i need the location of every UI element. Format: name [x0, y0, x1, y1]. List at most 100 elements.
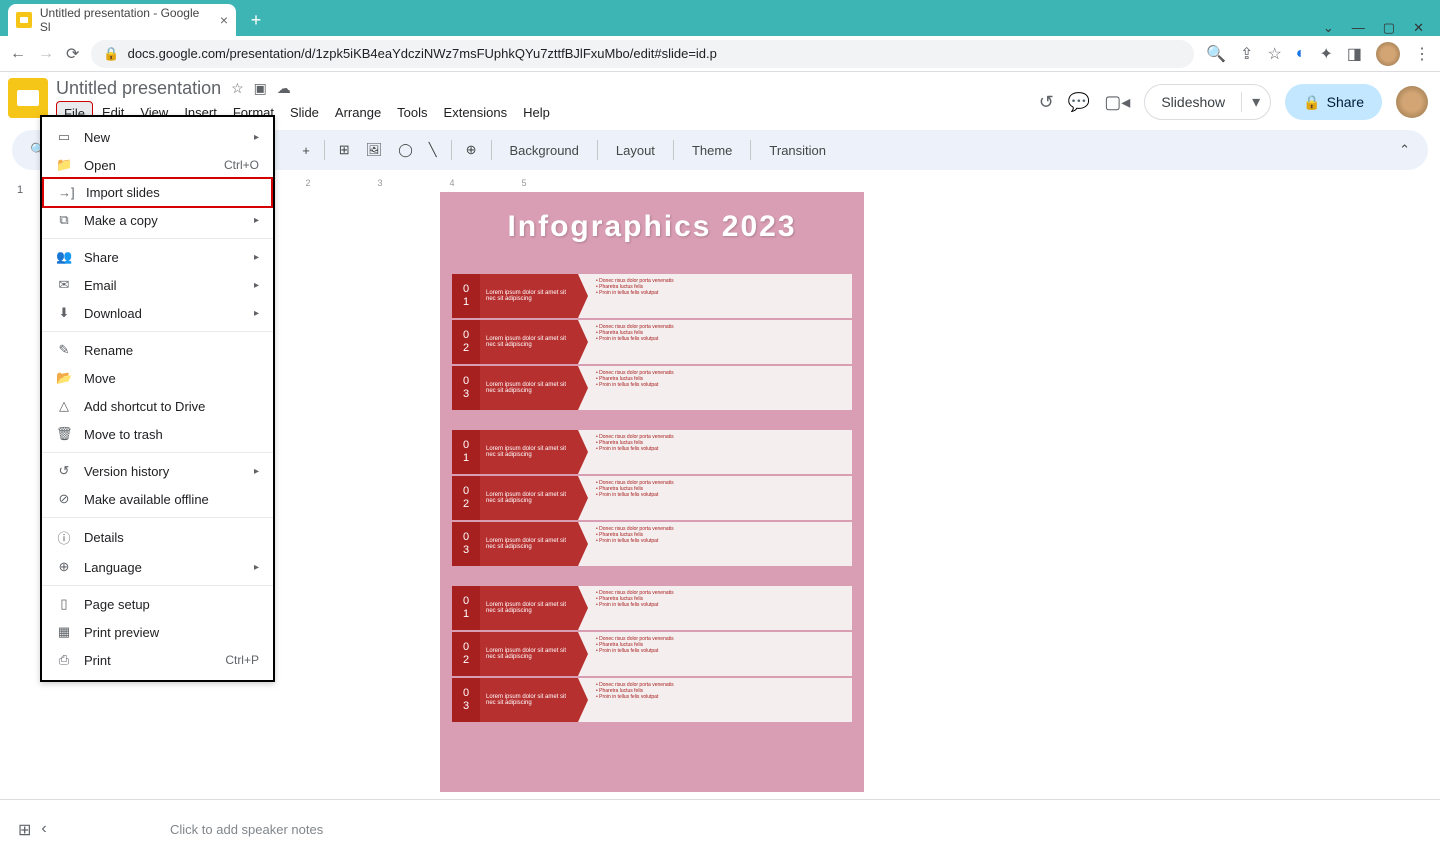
menu-slide[interactable]: Slide: [283, 101, 326, 126]
row-label: Lorem ipsum dolor sit amet sit nec sit a…: [480, 274, 578, 318]
menu-language[interactable]: ⊕Language▸: [42, 553, 273, 581]
speaker-notes-bar: ⊞ ‹ Click to add speaker notes: [0, 799, 1440, 859]
infographic-row[interactable]: 01Lorem ipsum dolor sit amet sit nec sit…: [452, 430, 852, 474]
document-title[interactable]: Untitled presentation: [56, 78, 221, 99]
menu-import-slides[interactable]: →]Import slides: [42, 177, 273, 208]
infographic-row[interactable]: 02Lorem ipsum dolor sit amet sit nec sit…: [452, 476, 852, 520]
menu-page-setup[interactable]: ▯Page setup: [42, 590, 273, 618]
chevron-down-icon[interactable]: ⌄: [1323, 20, 1334, 36]
menu-trash[interactable]: 🗑Move to trash: [42, 420, 273, 448]
new-tab-button[interactable]: +: [242, 6, 270, 34]
bookmark-icon[interactable]: ☆: [1267, 44, 1281, 64]
minimize-icon[interactable]: —: [1352, 20, 1365, 36]
star-icon[interactable]: ☆: [231, 80, 244, 97]
layout-button[interactable]: Layout: [606, 139, 665, 162]
slideshow-dropdown[interactable]: ▾: [1241, 92, 1270, 112]
menu-share[interactable]: 👥Share▸: [42, 243, 273, 271]
row-bullets: Donec risus dolor porta venenatisPharetr…: [578, 366, 852, 410]
infographic-group[interactable]: 01Lorem ipsum dolor sit amet sit nec sit…: [452, 430, 852, 566]
video-icon[interactable]: ▢◂: [1104, 92, 1130, 113]
infographic-row[interactable]: 03Lorem ipsum dolor sit amet sit nec sit…: [452, 678, 852, 722]
menu-arrange[interactable]: Arrange: [328, 101, 388, 126]
slide[interactable]: Infographics 2023 01Lorem ipsum dolor si…: [440, 192, 864, 792]
menu-make-copy[interactable]: ⧉Make a copy▸: [42, 206, 273, 234]
zoom-icon[interactable]: 🔍: [1206, 44, 1226, 64]
profile-avatar[interactable]: [1376, 42, 1400, 66]
menu-extensions[interactable]: Extensions: [437, 101, 515, 126]
menu-open[interactable]: 📁OpenCtrl+O: [42, 151, 273, 179]
comments-icon[interactable]: 💬: [1068, 92, 1090, 113]
menu-details[interactable]: ⓘDetails: [42, 522, 273, 553]
infographic-row[interactable]: 01Lorem ipsum dolor sit amet sit nec sit…: [452, 274, 852, 318]
cloud-icon[interactable]: ☁: [277, 80, 291, 97]
menu-icon[interactable]: ⋮: [1414, 44, 1430, 64]
reload-icon[interactable]: ⟳: [66, 44, 79, 64]
new-slide-icon[interactable]: +: [296, 139, 316, 162]
textbox-icon[interactable]: ⊞: [333, 138, 356, 162]
share-page-icon[interactable]: ⇪: [1240, 44, 1253, 64]
row-bullets: Donec risus dolor porta venenatisPharetr…: [578, 274, 852, 318]
row-label: Lorem ipsum dolor sit amet sit nec sit a…: [480, 366, 578, 410]
extensions-icon[interactable]: ✦: [1319, 44, 1332, 64]
infographic-row[interactable]: 02Lorem ipsum dolor sit amet sit nec sit…: [452, 320, 852, 364]
slideshow-label[interactable]: Slideshow: [1145, 94, 1241, 110]
page-icon: ▯: [56, 596, 72, 612]
url-text: docs.google.com/presentation/d/1zpk5iKB4…: [128, 46, 717, 61]
menu-print-preview[interactable]: ▦Print preview: [42, 618, 273, 646]
menu-download[interactable]: ⬇Download▸: [42, 299, 273, 327]
email-icon: ✉: [56, 277, 72, 293]
row-label: Lorem ipsum dolor sit amet sit nec sit a…: [480, 430, 578, 474]
history-icon[interactable]: ↺: [1039, 92, 1054, 113]
shape-icon[interactable]: ◯: [392, 138, 419, 162]
background-button[interactable]: Background: [500, 139, 589, 162]
url-input[interactable]: 🔒 docs.google.com/presentation/d/1zpk5iK…: [91, 40, 1194, 68]
menu-email[interactable]: ✉Email▸: [42, 271, 273, 299]
account-avatar[interactable]: [1396, 86, 1428, 118]
line-icon[interactable]: ╲: [423, 138, 443, 162]
menu-move[interactable]: 📂Move: [42, 364, 273, 392]
row-number: 02: [452, 632, 480, 676]
menu-offline[interactable]: ⊘Make available offline: [42, 485, 273, 513]
horizontal-ruler: 12345: [200, 174, 1440, 192]
extension-icon-1[interactable]: ◐: [1296, 45, 1306, 63]
slide-title[interactable]: Infographics 2023: [452, 210, 852, 244]
menu-add-shortcut[interactable]: △Add shortcut to Drive: [42, 392, 273, 420]
menu-print[interactable]: ⎙PrintCtrl+P: [42, 646, 273, 674]
menu-help[interactable]: Help: [516, 101, 557, 126]
comment-icon[interactable]: ⊕: [460, 138, 483, 162]
menu-rename[interactable]: ✎Rename: [42, 336, 273, 364]
row-label: Lorem ipsum dolor sit amet sit nec sit a…: [480, 320, 578, 364]
folder-icon: 📁: [56, 157, 72, 173]
menu-tools[interactable]: Tools: [390, 101, 434, 126]
close-window-icon[interactable]: ✕: [1413, 20, 1424, 36]
forward-icon[interactable]: →: [38, 45, 54, 63]
transition-button[interactable]: Transition: [759, 139, 836, 162]
theme-button[interactable]: Theme: [682, 139, 742, 162]
infographic-row[interactable]: 01Lorem ipsum dolor sit amet sit nec sit…: [452, 586, 852, 630]
infographic-group[interactable]: 01Lorem ipsum dolor sit amet sit nec sit…: [452, 274, 852, 410]
grid-icon[interactable]: ⊞: [18, 820, 31, 840]
browser-tab[interactable]: Untitled presentation - Google Sl ×: [8, 4, 236, 36]
share-label: Share: [1327, 94, 1364, 110]
history-icon: ↺: [56, 463, 72, 479]
infographic-row[interactable]: 02Lorem ipsum dolor sit amet sit nec sit…: [452, 632, 852, 676]
infographic-group[interactable]: 01Lorem ipsum dolor sit amet sit nec sit…: [452, 586, 852, 722]
slides-logo[interactable]: [8, 78, 48, 118]
menu-new[interactable]: ▭New▸: [42, 123, 273, 151]
menu-version-history[interactable]: ↺Version history▸: [42, 457, 273, 485]
row-label: Lorem ipsum dolor sit amet sit nec sit a…: [480, 586, 578, 630]
infographic-row[interactable]: 03Lorem ipsum dolor sit amet sit nec sit…: [452, 522, 852, 566]
chevron-left-icon[interactable]: ‹: [41, 820, 46, 840]
image-icon[interactable]: 🖼: [360, 138, 389, 162]
speaker-notes-input[interactable]: Click to add speaker notes: [60, 822, 323, 837]
move-icon[interactable]: ▣: [254, 80, 267, 97]
offline-icon: ⊘: [56, 491, 72, 507]
infographic-row[interactable]: 03Lorem ipsum dolor sit amet sit nec sit…: [452, 366, 852, 410]
maximize-icon[interactable]: ▢: [1383, 20, 1395, 36]
back-icon[interactable]: ←: [10, 45, 26, 63]
collapse-icon[interactable]: ⌃: [1393, 138, 1416, 162]
trash-icon: 🗑: [56, 426, 72, 442]
close-tab-icon[interactable]: ×: [220, 12, 228, 28]
share-button[interactable]: 🔒 Share: [1285, 84, 1382, 120]
sidepanel-icon[interactable]: ◨: [1347, 44, 1362, 64]
